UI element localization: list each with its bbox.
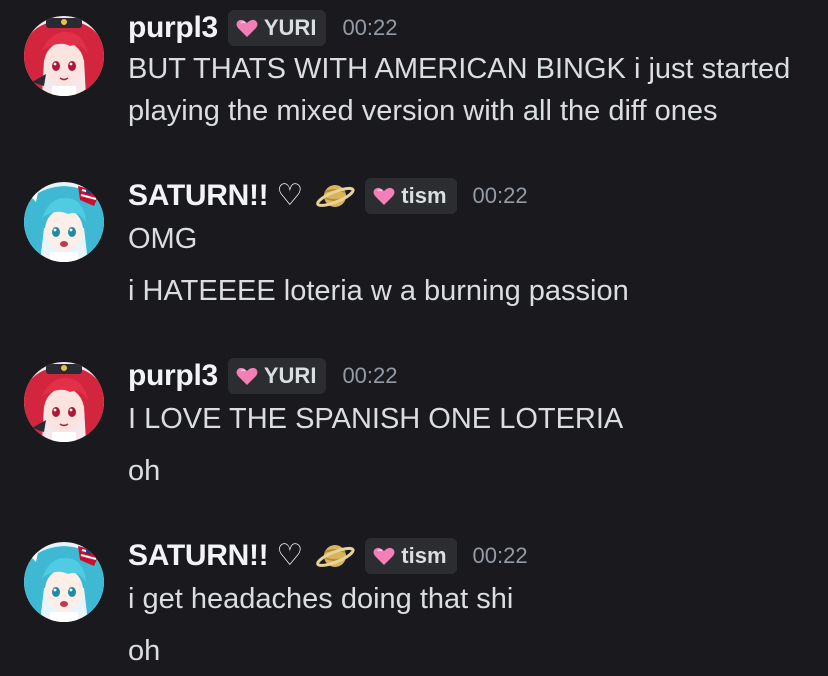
- tag-badge[interactable]: YURI: [227, 358, 327, 394]
- tag-label: tism: [401, 183, 447, 208]
- pink-heart-icon: [236, 367, 258, 385]
- message-text[interactable]: oh: [128, 450, 160, 492]
- message-text[interactable]: i get headaches doing that shi: [128, 578, 513, 620]
- blue-haired-anime-avatar-icon: [24, 182, 104, 262]
- username[interactable]: SATURN!!: [128, 179, 269, 213]
- message-text[interactable]: OMG: [128, 218, 197, 260]
- red-haired-anime-avatar-icon: [24, 16, 104, 96]
- avatar[interactable]: [24, 542, 104, 622]
- message-header: purpl3 YURI 00:22: [128, 6, 398, 50]
- message-header: purpl3 YURI 00:22: [128, 354, 398, 398]
- tag-badge[interactable]: YURI: [227, 10, 327, 46]
- tag-badge[interactable]: tism: [365, 178, 457, 214]
- username[interactable]: purpl3: [128, 359, 218, 393]
- avatar[interactable]: [24, 16, 104, 96]
- message-text[interactable]: I LOVE THE SPANISH ONE LOTERIA: [128, 398, 623, 440]
- message-header: SATURN!! ♡ tism 00:22: [128, 174, 528, 218]
- tag-label: tism: [401, 543, 447, 568]
- tag-label: YURI: [263, 15, 317, 40]
- message-text[interactable]: playing the mixed version with all the d…: [128, 90, 717, 132]
- pink-heart-icon: [373, 547, 395, 565]
- message-header: SATURN!! ♡ tism 00:22: [128, 534, 528, 578]
- blue-haired-anime-avatar-icon: [24, 542, 104, 622]
- heart-outline-icon: ♡: [276, 179, 304, 212]
- message-text[interactable]: BUT THATS WITH AMERICAN BINGK i just sta…: [128, 48, 790, 90]
- chat-message-list: purpl3 YURI 00:22 BUT THATS WITH AMERICA…: [0, 0, 828, 676]
- saturn-planet-icon: [316, 545, 355, 567]
- tag-badge[interactable]: tism: [365, 538, 457, 574]
- timestamp[interactable]: 00:22: [473, 183, 528, 209]
- pink-heart-icon: [373, 187, 395, 205]
- message-text[interactable]: oh: [128, 630, 160, 672]
- timestamp[interactable]: 00:22: [342, 15, 397, 41]
- username[interactable]: purpl3: [128, 11, 218, 45]
- username[interactable]: SATURN!!: [128, 539, 269, 573]
- red-haired-anime-avatar-icon: [24, 362, 104, 442]
- timestamp[interactable]: 00:22: [342, 363, 397, 389]
- avatar[interactable]: [24, 362, 104, 442]
- timestamp[interactable]: 00:22: [473, 543, 528, 569]
- heart-outline-icon: ♡: [276, 539, 304, 572]
- tag-label: YURI: [263, 363, 317, 388]
- pink-heart-icon: [236, 19, 258, 37]
- avatar[interactable]: [24, 182, 104, 262]
- message-text[interactable]: i HATEEEE loteria w a burning passion: [128, 270, 629, 312]
- saturn-planet-icon: [316, 185, 355, 207]
